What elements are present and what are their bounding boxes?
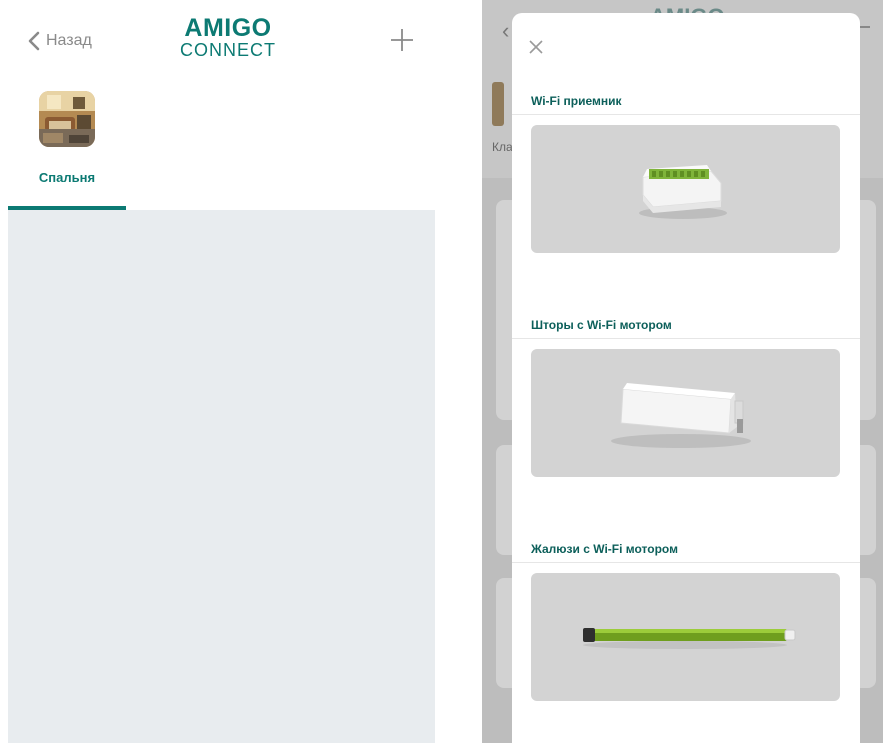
device-card-wifi-receiver[interactable] (531, 125, 840, 253)
divider (512, 114, 860, 115)
tubular-blind-motor-device-icon (583, 628, 796, 649)
device-card-curtain-motor[interactable] (531, 349, 840, 477)
background-room-label: Кла (492, 140, 513, 154)
app-canvas: Назад AMIGO CONNECT Спальня ‹ Кла Wi-Fi … (0, 0, 883, 743)
section-title-curtain-motor: Шторы с Wi-Fi мотором (531, 318, 672, 332)
wifi-receiver-device-icon (639, 165, 727, 219)
app-logo: AMIGO CONNECT (178, 14, 278, 61)
curtain-motor-device-icon (611, 383, 751, 448)
rooms-screen: Назад AMIGO CONNECT Спальня (8, 0, 435, 743)
bedroom-photo-icon (39, 91, 95, 147)
back-label: Назад (46, 32, 92, 49)
device-card-blind-motor[interactable] (531, 573, 840, 701)
divider (512, 338, 860, 339)
background-room-thumbnail (492, 82, 504, 126)
plus-icon[interactable] (388, 26, 416, 54)
room-tab-bedroom[interactable]: Спальня (8, 170, 126, 185)
room-thumbnail-bedroom[interactable] (39, 91, 95, 147)
section-title-blind-motor: Жалюзи с Wi-Fi мотором (531, 542, 678, 556)
add-device-screen: ‹ AMIGO Кла Wi-Fi приемник (482, 0, 883, 743)
add-device-modal: Wi-Fi приемник Шторы с Wi-Fi мотором Жал… (512, 13, 860, 743)
logo-title: AMIGO (184, 14, 272, 42)
chevron-left-icon (28, 31, 40, 51)
background-chevron-icon: ‹ (502, 18, 510, 43)
room-content-area (8, 210, 435, 743)
back-button[interactable]: Назад (26, 30, 92, 52)
divider (512, 562, 860, 563)
logo-subtitle: CONNECT (180, 40, 276, 60)
close-icon[interactable] (526, 37, 546, 57)
section-title-wifi-receiver: Wi-Fi приемник (531, 94, 622, 108)
